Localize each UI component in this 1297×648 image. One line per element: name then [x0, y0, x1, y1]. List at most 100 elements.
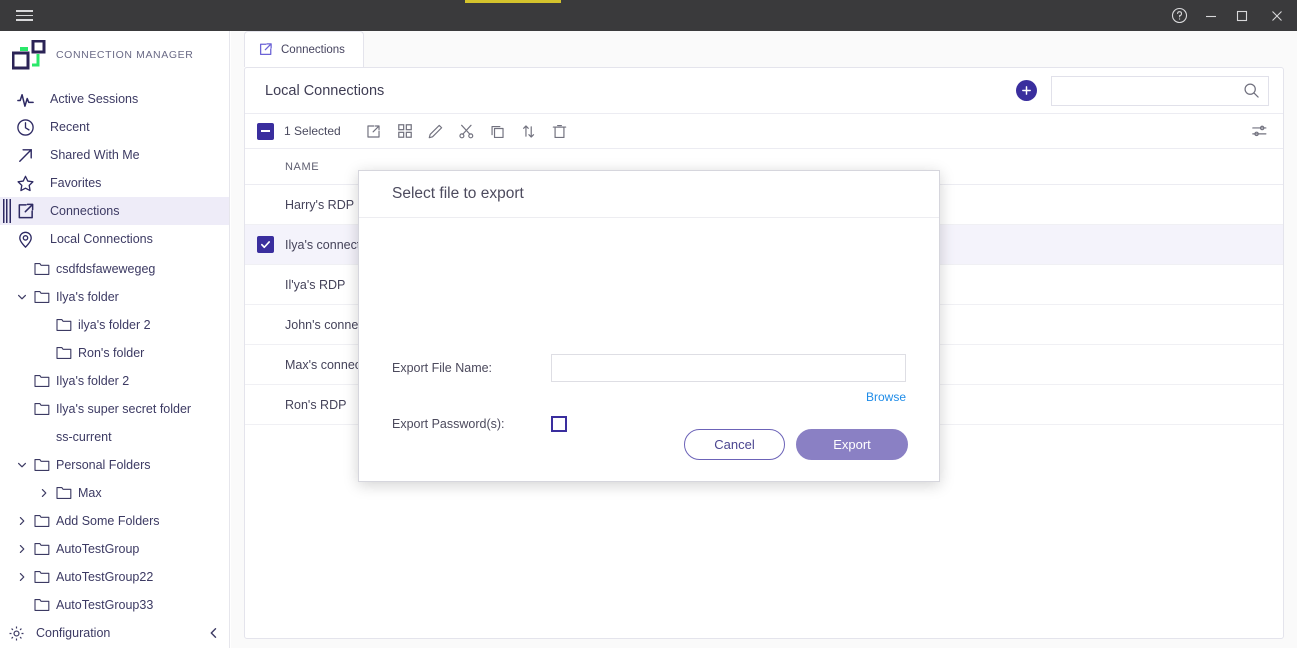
folder-icon — [34, 598, 50, 612]
help-circle-icon[interactable] — [1164, 0, 1195, 31]
tree-item[interactable]: Add Some Folders — [0, 507, 229, 535]
folder-icon — [34, 570, 50, 584]
cancel-button[interactable]: Cancel — [684, 429, 785, 460]
sidebar-item-local-connections[interactable]: Local Connections — [0, 225, 229, 253]
tree-item-label: ss-current — [56, 430, 112, 444]
close-icon[interactable] — [1257, 0, 1297, 31]
chevron-down-icon[interactable] — [16, 291, 28, 303]
tree-item[interactable]: AutoTestGroup33 — [0, 591, 229, 619]
sidebar-item-connections[interactable]: Connections — [0, 197, 229, 225]
hamburger-bar — [15, 19, 33, 21]
copy-icon[interactable] — [487, 120, 509, 142]
configuration-button[interactable]: Configuration — [0, 618, 229, 648]
tab-connections[interactable]: Connections — [244, 31, 364, 67]
chevron-right-icon[interactable] — [16, 543, 28, 555]
external-link-icon — [258, 42, 273, 57]
tree-item[interactable]: Max — [0, 479, 229, 507]
row-name-cell: Ron's RDP — [285, 397, 347, 412]
brand-title: CONNECTION MANAGER — [56, 49, 194, 61]
maximize-icon[interactable] — [1226, 0, 1257, 31]
sidebar-item-label: Recent — [50, 120, 90, 134]
tree-item[interactable]: Ilya's folder — [0, 283, 229, 311]
cut-scissors-icon[interactable] — [456, 120, 478, 142]
tree-item-label: AutoTestGroup22 — [56, 570, 154, 584]
tree-item[interactable]: Ilya's folder 2 — [0, 367, 229, 395]
folder-icon — [56, 486, 72, 500]
selected-word: Selected — [294, 124, 341, 138]
selection-toolbar: 1 Selected — [245, 113, 1283, 149]
folder-icon — [34, 374, 50, 388]
location-pin-icon — [14, 228, 36, 250]
dialog-actions: Cancel Export — [684, 429, 908, 460]
export-file-name-label: Export File Name: — [392, 361, 493, 375]
sidebar-item-favorites[interactable]: Favorites — [0, 169, 229, 197]
page-title: Local Connections — [265, 82, 385, 99]
sidebar-item-active-sessions[interactable]: Active Sessions — [0, 85, 229, 113]
folder-icon — [34, 262, 50, 276]
delete-trash-icon[interactable] — [549, 120, 571, 142]
chevron-down-icon[interactable] — [16, 459, 28, 471]
grid-view-icon[interactable] — [394, 120, 416, 142]
sliders-icon[interactable] — [1251, 122, 1269, 140]
tree-item-label: Max — [78, 486, 102, 500]
tree-item[interactable]: ss-current — [0, 423, 229, 451]
folder-icon — [34, 458, 50, 472]
selected-count-label: 1 Selected — [284, 124, 341, 138]
title-bar-accent-stripe — [465, 0, 561, 3]
row-name-cell: Harry's RDP — [285, 197, 355, 212]
tree-item[interactable]: ilya's folder 2 — [0, 311, 229, 339]
hamburger-bar — [15, 14, 33, 17]
browse-link[interactable]: Browse — [359, 390, 939, 404]
folder-icon — [34, 290, 50, 304]
arrow-up-right-icon — [14, 144, 36, 166]
search-box[interactable] — [1051, 75, 1269, 106]
search-input[interactable] — [1062, 83, 1243, 98]
folder-icon — [56, 346, 72, 360]
sidebar-nav: Active Sessions Recent Shared With Me Fa… — [0, 79, 229, 253]
sidebar: CONNECTION MANAGER Active Sessions Recen… — [0, 31, 230, 648]
tab-label: Connections — [281, 43, 345, 56]
folder-icon — [34, 402, 50, 416]
sort-arrows-icon[interactable] — [518, 120, 540, 142]
tree-item[interactable]: Ron's folder — [0, 339, 229, 367]
tree-item[interactable]: Personal Folders — [0, 451, 229, 479]
select-all-checkbox[interactable] — [257, 122, 274, 140]
tree-item[interactable]: AutoTestGroup — [0, 535, 229, 563]
tree-item-label: Ilya's super secret folder — [56, 402, 192, 416]
star-icon — [14, 172, 36, 194]
sidebar-item-label: Active Sessions — [50, 92, 139, 106]
export-passwords-checkbox[interactable] — [551, 416, 567, 432]
sidebar-item-recent[interactable]: Recent — [0, 113, 229, 141]
folder-icon — [34, 542, 50, 556]
tree-item[interactable]: csdfdsfawewegeg — [0, 255, 229, 283]
sidebar-item-label: Favorites — [50, 176, 102, 190]
sidebar-item-label: Shared With Me — [50, 148, 140, 162]
sidebar-item-shared-with-me[interactable]: Shared With Me — [0, 141, 229, 169]
chevron-right-icon[interactable] — [16, 515, 28, 527]
tree-item[interactable]: AutoTestGroup22 — [0, 563, 229, 591]
tree-item-label: ilya's folder 2 — [78, 318, 151, 332]
column-header-name: NAME — [285, 160, 320, 173]
chevron-left-icon[interactable] — [208, 627, 220, 639]
row-checkbox[interactable] — [257, 236, 274, 253]
dialog-title: Select file to export — [359, 171, 939, 218]
edit-pencil-icon[interactable] — [425, 120, 447, 142]
tab-strip: Connections — [231, 31, 1297, 67]
folder-icon — [34, 514, 50, 528]
chevron-right-icon[interactable] — [38, 487, 50, 499]
search-icon[interactable] — [1243, 82, 1260, 99]
add-connection-button[interactable] — [1016, 80, 1037, 101]
window-title-bar — [0, 0, 1297, 31]
sidebar-item-label: Connections — [50, 204, 120, 218]
export-file-name-row: Export File Name: — [359, 354, 939, 382]
tree-item-label: Ilya's folder — [56, 290, 119, 304]
open-external-icon[interactable] — [363, 120, 385, 142]
tree-item[interactable]: Ilya's super secret folder — [0, 395, 229, 423]
export-file-name-input[interactable] — [551, 354, 906, 382]
export-button[interactable]: Export — [796, 429, 908, 460]
hamburger-menu-icon[interactable] — [0, 0, 48, 31]
minimize-icon[interactable] — [1195, 0, 1226, 31]
chevron-right-icon[interactable] — [16, 571, 28, 583]
sidebar-item-label: Local Connections — [50, 232, 153, 246]
dialog-body: Export File Name: Browse Export Password… — [359, 218, 939, 483]
